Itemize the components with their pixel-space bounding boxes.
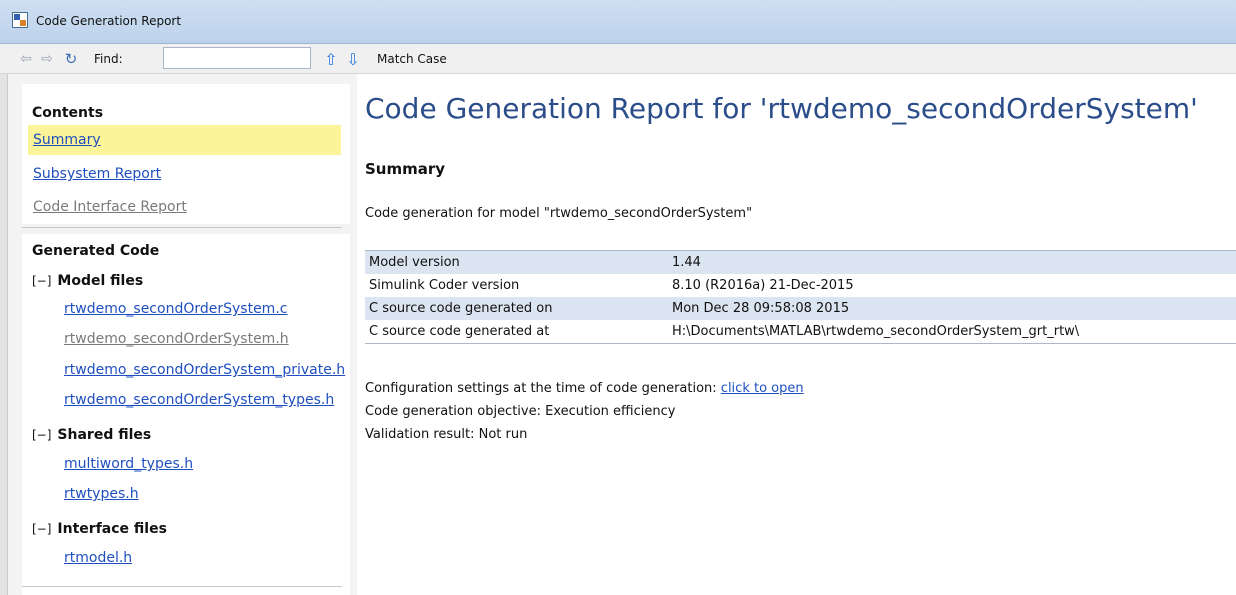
- file-link[interactable]: multiword_types.h: [64, 456, 193, 472]
- table-cell-label: C source code generated at: [369, 324, 550, 339]
- group-label: Shared files: [57, 427, 152, 443]
- file-link[interactable]: rtwdemo_secondOrderSystem.c: [64, 301, 287, 317]
- contents-panel: Contents Summary Subsystem Report Code I…: [22, 84, 350, 224]
- table-cell-label: Model version: [369, 255, 460, 270]
- file-link[interactable]: rtwdemo_secondOrderSystem_private.h: [64, 362, 345, 378]
- window-title-bar: Code Generation Report: [0, 0, 1236, 44]
- main-content: Code Generation Report for 'rtwdemo_seco…: [357, 74, 1236, 595]
- file-link[interactable]: rtwtypes.h: [64, 486, 139, 502]
- page-title: Code Generation Report for 'rtwdemo_seco…: [365, 92, 1198, 125]
- refresh-icon[interactable]: ↻: [62, 50, 80, 68]
- collapse-toggle[interactable]: [−]: [32, 522, 51, 536]
- file-link[interactable]: rtwdemo_secondOrderSystem.h: [64, 331, 289, 347]
- panel-divider: [22, 586, 342, 587]
- sidebar-edge: [0, 74, 8, 595]
- sidebar: Contents Summary Subsystem Report Code I…: [0, 74, 357, 595]
- group-shared-files[interactable]: [−] Shared files: [32, 427, 151, 443]
- table-row: C source code generated on Mon Dec 28 09…: [365, 297, 1236, 320]
- generated-code-header: Generated Code: [32, 243, 160, 259]
- group-model-files[interactable]: [−] Model files: [32, 273, 143, 289]
- window-title: Code Generation Report: [36, 14, 182, 28]
- table-row: Simulink Coder version 8.10 (R2016a) 21-…: [365, 274, 1236, 297]
- toolbar: ⇦ ⇨ ↻ Find: ⇧ ⇩ Match Case: [0, 44, 1236, 74]
- back-arrow-icon[interactable]: ⇦: [17, 50, 35, 68]
- objective-text: Code generation objective: Execution eff…: [365, 404, 676, 419]
- table-cell-value: 1.44: [672, 255, 701, 270]
- collapse-toggle[interactable]: [−]: [32, 428, 51, 442]
- config-settings-text: Configuration settings at the time of co…: [365, 381, 721, 396]
- sidebar-item-subsystem-report[interactable]: Subsystem Report: [28, 159, 341, 189]
- group-label: Model files: [57, 273, 144, 289]
- table-cell-value: H:\Documents\MATLAB\rtwdemo_secondOrderS…: [672, 324, 1080, 339]
- find-previous-icon[interactable]: ⇧: [322, 50, 340, 69]
- sidebar-item-summary[interactable]: Summary: [28, 125, 341, 155]
- click-to-open-link[interactable]: click to open: [721, 381, 804, 396]
- sidebar-item-code-interface-report[interactable]: Code Interface Report: [28, 192, 341, 222]
- file-link[interactable]: rtwdemo_secondOrderSystem_types.h: [64, 392, 334, 408]
- group-label: Interface files: [57, 521, 167, 537]
- find-next-icon[interactable]: ⇩: [344, 50, 362, 69]
- match-case-toggle[interactable]: Match Case: [377, 52, 447, 66]
- section-title: Summary: [365, 160, 446, 178]
- table-row: C source code generated at H:\Documents\…: [365, 320, 1236, 343]
- config-settings-line: Configuration settings at the time of co…: [365, 381, 804, 396]
- table-cell-value: 8.10 (R2016a) 21-Dec-2015: [672, 278, 854, 293]
- table-cell-value: Mon Dec 28 09:58:08 2015: [672, 301, 850, 316]
- summary-table: Model version 1.44 Simulink Coder versio…: [365, 250, 1236, 344]
- app-icon: [12, 12, 28, 28]
- intro-text: Code generation for model "rtwdemo_secon…: [365, 206, 753, 221]
- find-label: Find:: [94, 52, 123, 66]
- collapse-toggle[interactable]: [−]: [32, 274, 51, 288]
- panel-divider: [22, 227, 342, 228]
- table-cell-label: C source code generated on: [369, 301, 553, 316]
- validation-text: Validation result: Not run: [365, 427, 528, 442]
- file-link[interactable]: rtmodel.h: [64, 550, 132, 566]
- generated-code-panel: Generated Code [−] Model files rtwdemo_se…: [22, 234, 350, 595]
- table-cell-label: Simulink Coder version: [369, 278, 520, 293]
- table-row: Model version 1.44: [365, 251, 1236, 274]
- group-interface-files[interactable]: [−] Interface files: [32, 521, 167, 537]
- contents-header: Contents: [32, 105, 104, 121]
- forward-arrow-icon[interactable]: ⇨: [38, 50, 56, 68]
- find-input[interactable]: [163, 47, 311, 69]
